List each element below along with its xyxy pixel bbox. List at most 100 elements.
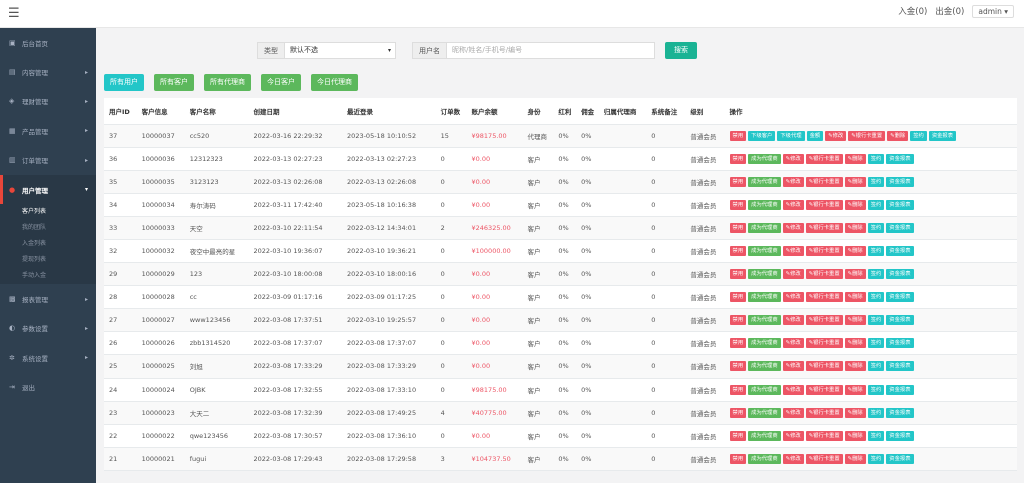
- action-button[interactable]: ✎删除: [844, 292, 866, 303]
- action-button[interactable]: ✎银行卡重置: [805, 361, 843, 372]
- sidebar-item-8[interactable]: ✲ 系统设置 ▸: [0, 343, 96, 372]
- action-button[interactable]: 资金报表: [886, 338, 914, 349]
- action-button[interactable]: 资金报表: [886, 361, 914, 372]
- action-button[interactable]: ✎银行卡重置: [805, 292, 843, 303]
- out-gold-link[interactable]: 出金(0): [935, 5, 964, 18]
- sidebar-item-2[interactable]: ◈ 理财管理 ▸: [0, 87, 96, 116]
- action-button[interactable]: 签约: [867, 384, 885, 395]
- action-button[interactable]: 禁用: [729, 292, 747, 303]
- action-button[interactable]: 禁用: [729, 130, 747, 141]
- action-button[interactable]: 资金报表: [886, 292, 914, 303]
- action-button[interactable]: 成为代理商: [748, 292, 781, 303]
- action-button[interactable]: ✎修改: [782, 199, 804, 210]
- sidebar-item-4[interactable]: ▥ 订单管理 ▸: [0, 146, 96, 175]
- action-button[interactable]: 禁用: [729, 338, 747, 349]
- action-button[interactable]: 签约: [867, 269, 885, 280]
- action-button[interactable]: ✎删除: [844, 176, 866, 187]
- action-button[interactable]: 资金报表: [886, 315, 914, 326]
- action-button[interactable]: 签约: [867, 292, 885, 303]
- action-button[interactable]: 签约: [867, 407, 885, 418]
- action-button[interactable]: 成为代理商: [748, 407, 781, 418]
- today-agents-button[interactable]: 今日代理商: [311, 74, 358, 91]
- action-button[interactable]: 成为代理商: [748, 338, 781, 349]
- action-button[interactable]: 成为代理商: [748, 361, 781, 372]
- sidebar-item-5[interactable]: ● 用户管理 ▾: [0, 174, 96, 205]
- action-button[interactable]: 签约: [867, 246, 885, 257]
- action-button[interactable]: 成为代理商: [748, 199, 781, 210]
- action-button[interactable]: 禁用: [729, 269, 747, 280]
- action-button[interactable]: 签约: [867, 453, 885, 464]
- action-button[interactable]: 禁用: [729, 361, 747, 372]
- action-button[interactable]: ✎银行卡重置: [848, 130, 886, 141]
- action-button[interactable]: ✎删除: [887, 130, 909, 141]
- action-button[interactable]: ✎修改: [782, 407, 804, 418]
- action-button[interactable]: ✎修改: [782, 315, 804, 326]
- action-button[interactable]: 资金报表: [886, 246, 914, 257]
- action-button[interactable]: 签约: [867, 315, 885, 326]
- in-gold-link[interactable]: 入金(0): [898, 5, 927, 18]
- all-agents-button[interactable]: 所有代理商: [204, 74, 251, 91]
- action-button[interactable]: ✎修改: [782, 453, 804, 464]
- sidebar-subitem-4[interactable]: 手动入金: [0, 268, 96, 284]
- action-button[interactable]: 签约: [867, 361, 885, 372]
- action-button[interactable]: ✎删除: [844, 246, 866, 257]
- action-button[interactable]: ✎修改: [782, 361, 804, 372]
- action-button[interactable]: ✎修改: [782, 384, 804, 395]
- action-button[interactable]: 成为代理商: [748, 222, 781, 233]
- action-button[interactable]: ✎删除: [844, 222, 866, 233]
- action-button[interactable]: ✎银行卡重置: [805, 222, 843, 233]
- action-button[interactable]: ✎银行卡重置: [805, 430, 843, 441]
- action-button[interactable]: 禁用: [729, 384, 747, 395]
- sidebar-subitem-3[interactable]: 提现列表: [0, 252, 96, 268]
- sidebar-subitem-2[interactable]: 入金列表: [0, 236, 96, 252]
- action-button[interactable]: 金额: [806, 130, 824, 141]
- all-users-button[interactable]: 所有用户: [104, 74, 144, 91]
- action-button[interactable]: 禁用: [729, 430, 747, 441]
- action-button[interactable]: ✎删除: [844, 199, 866, 210]
- hamburger-icon[interactable]: ☰: [8, 6, 20, 21]
- action-button[interactable]: ✎删除: [844, 315, 866, 326]
- all-clients-button[interactable]: 所有客户: [154, 74, 194, 91]
- action-button[interactable]: 签约: [867, 338, 885, 349]
- action-button[interactable]: 签约: [867, 176, 885, 187]
- action-button[interactable]: 禁用: [729, 153, 747, 164]
- action-button[interactable]: ✎修改: [782, 153, 804, 164]
- sidebar-subitem-0[interactable]: 客户列表: [0, 204, 96, 220]
- action-button[interactable]: 资金报表: [928, 130, 957, 141]
- action-button[interactable]: 签约: [867, 199, 885, 210]
- action-button[interactable]: 资金报表: [886, 430, 914, 441]
- action-button[interactable]: ✎删除: [844, 407, 866, 418]
- action-button[interactable]: ✎银行卡重置: [805, 199, 843, 210]
- action-button[interactable]: 签约: [867, 430, 885, 441]
- action-button[interactable]: 成为代理商: [748, 269, 781, 280]
- action-button[interactable]: ✎修改: [782, 269, 804, 280]
- action-button[interactable]: ✎银行卡重置: [805, 338, 843, 349]
- action-button[interactable]: 成为代理商: [748, 384, 781, 395]
- action-button[interactable]: 禁用: [729, 407, 747, 418]
- action-button[interactable]: 禁用: [729, 246, 747, 257]
- action-button[interactable]: 成为代理商: [748, 315, 781, 326]
- username-input[interactable]: 昵称/姓名/手机号/编号: [447, 42, 655, 59]
- action-button[interactable]: ✎修改: [782, 430, 804, 441]
- action-button[interactable]: ✎银行卡重置: [805, 269, 843, 280]
- sidebar-item-9[interactable]: ⇥ 退出: [0, 373, 96, 402]
- sidebar-item-3[interactable]: ▦ 产品管理 ▸: [0, 116, 96, 145]
- action-button[interactable]: ✎修改: [782, 222, 804, 233]
- action-button[interactable]: 禁用: [729, 315, 747, 326]
- action-button[interactable]: 下级代理: [777, 130, 805, 141]
- action-button[interactable]: 资金报表: [886, 222, 914, 233]
- action-button[interactable]: 签约: [867, 222, 885, 233]
- action-button[interactable]: ✎删除: [844, 153, 866, 164]
- action-button[interactable]: 成为代理商: [748, 176, 781, 187]
- sidebar-item-0[interactable]: ▣ 后台首页: [0, 28, 96, 57]
- search-button[interactable]: 搜索: [665, 42, 697, 59]
- action-button[interactable]: 资金报表: [886, 199, 914, 210]
- action-button[interactable]: 资金报表: [886, 269, 914, 280]
- action-button[interactable]: ✎银行卡重置: [805, 384, 843, 395]
- action-button[interactable]: 成为代理商: [748, 453, 781, 464]
- action-button[interactable]: ✎银行卡重置: [805, 176, 843, 187]
- action-button[interactable]: 资金报表: [886, 176, 914, 187]
- action-button[interactable]: 禁用: [729, 222, 747, 233]
- action-button[interactable]: 资金报表: [886, 453, 914, 464]
- action-button[interactable]: 成为代理商: [748, 246, 781, 257]
